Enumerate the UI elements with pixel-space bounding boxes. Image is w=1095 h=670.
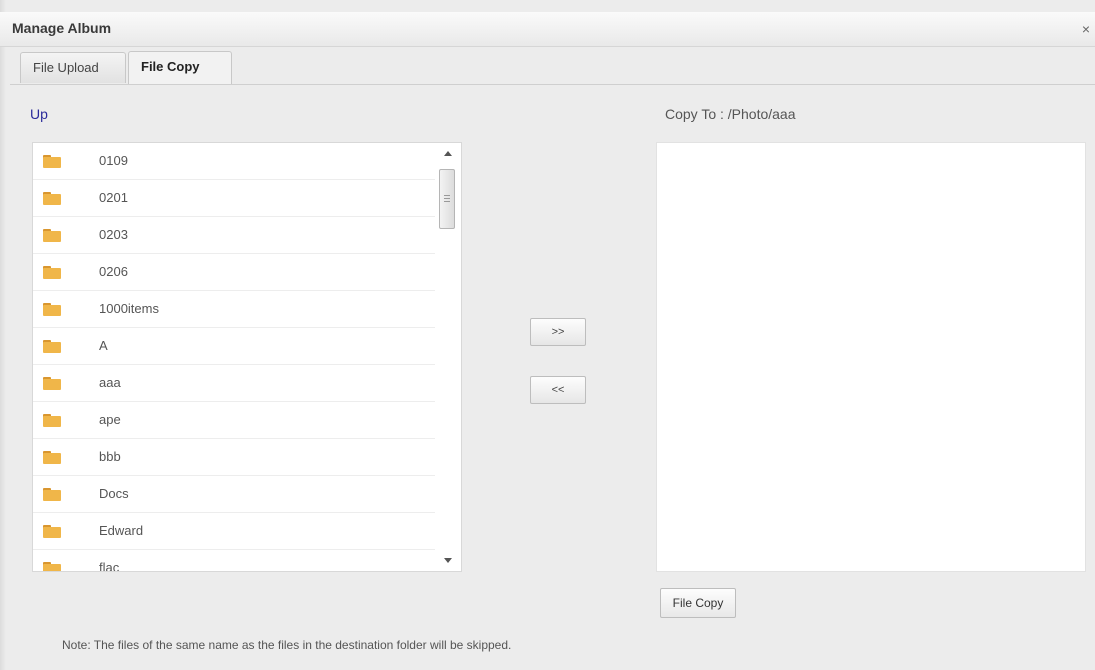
list-item[interactable]: 0201 bbox=[33, 180, 437, 217]
list-item[interactable]: Edward bbox=[33, 513, 437, 550]
copy-target-list[interactable] bbox=[656, 142, 1086, 572]
folder-icon bbox=[43, 450, 61, 464]
list-item[interactable]: ape bbox=[33, 402, 437, 439]
folder-icon bbox=[43, 376, 61, 390]
list-item[interactable]: 0109 bbox=[33, 143, 437, 180]
list-item[interactable]: Docs bbox=[33, 476, 437, 513]
list-item[interactable]: 1000items bbox=[33, 291, 437, 328]
add-to-copy-button[interactable]: >> bbox=[530, 318, 586, 346]
dialog-edge bbox=[0, 0, 6, 670]
scroll-down-icon[interactable] bbox=[444, 558, 452, 563]
folder-icon bbox=[43, 265, 61, 279]
scrollbar-thumb[interactable] bbox=[439, 169, 455, 229]
folder-icon bbox=[43, 154, 61, 168]
list-item[interactable]: aaa bbox=[33, 365, 437, 402]
remove-from-copy-button[interactable]: << bbox=[530, 376, 586, 404]
folder-name: 0206 bbox=[99, 264, 128, 279]
source-folder-rows: 0109 0201 0203 0206 1000items A aaa ape … bbox=[33, 143, 437, 572]
dialog-titlebar: Manage Album × bbox=[0, 12, 1095, 47]
list-item[interactable]: 0206 bbox=[33, 254, 437, 291]
scroll-up-icon[interactable] bbox=[444, 151, 452, 156]
skip-note: Note: The files of the same name as the … bbox=[62, 638, 512, 652]
up-link[interactable]: Up bbox=[30, 106, 48, 122]
folder-name: ape bbox=[99, 412, 121, 427]
folder-icon bbox=[43, 524, 61, 538]
list-item[interactable]: 0203 bbox=[33, 217, 437, 254]
folder-name: Docs bbox=[99, 486, 129, 501]
manage-album-dialog: Manage Album × File Upload File Copy Up … bbox=[0, 0, 1095, 670]
dialog-title: Manage Album bbox=[12, 20, 112, 36]
source-folder-list[interactable]: 0109 0201 0203 0206 1000items A aaa ape … bbox=[32, 142, 462, 572]
folder-icon bbox=[43, 413, 61, 427]
list-scrollbar[interactable] bbox=[435, 143, 461, 571]
close-icon[interactable]: × bbox=[1079, 21, 1093, 37]
file-copy-button[interactable]: File Copy bbox=[660, 588, 736, 618]
folder-icon bbox=[43, 191, 61, 205]
list-item[interactable]: bbb bbox=[33, 439, 437, 476]
folder-icon bbox=[43, 561, 61, 571]
list-item[interactable]: flac bbox=[33, 550, 437, 572]
tab-file-copy[interactable]: File Copy bbox=[128, 51, 232, 84]
folder-icon bbox=[43, 339, 61, 353]
folder-name: 0109 bbox=[99, 153, 128, 168]
list-item[interactable]: A bbox=[33, 328, 437, 365]
folder-name: bbb bbox=[99, 449, 121, 464]
tab-bar: File Upload File Copy bbox=[10, 48, 1095, 85]
folder-name: 1000items bbox=[99, 301, 159, 316]
folder-icon bbox=[43, 228, 61, 242]
folder-name: 0203 bbox=[99, 227, 128, 242]
folder-name: A bbox=[99, 338, 108, 353]
folder-icon bbox=[43, 302, 61, 316]
folder-name: flac bbox=[99, 560, 120, 572]
folder-name: 0201 bbox=[99, 190, 128, 205]
tab-file-upload[interactable]: File Upload bbox=[20, 52, 126, 83]
folder-name: Edward bbox=[99, 523, 144, 538]
copy-to-path: Copy To : /Photo/aaa bbox=[665, 106, 796, 122]
folder-icon bbox=[43, 487, 61, 501]
folder-name: aaa bbox=[99, 375, 121, 390]
